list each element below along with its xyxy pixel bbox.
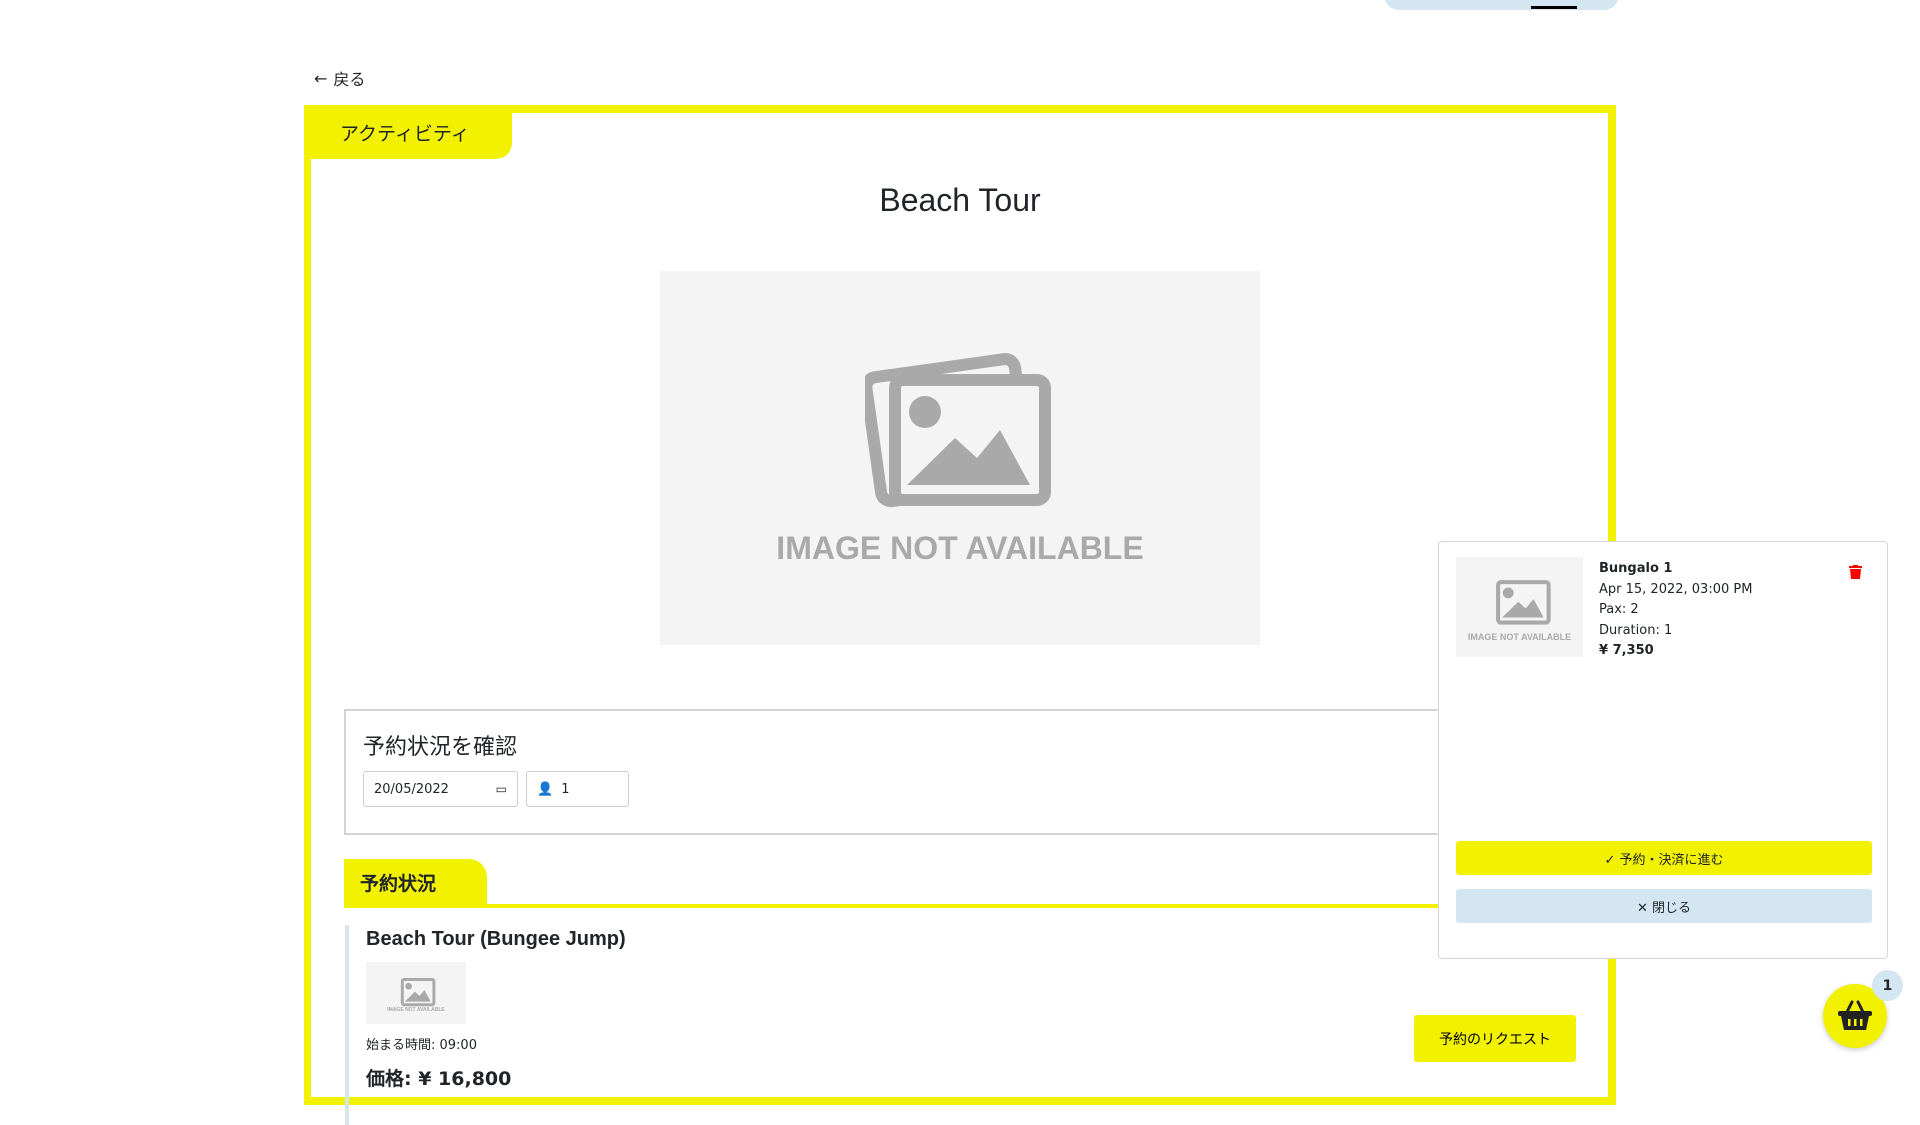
image-placeholder-text: IMAGE NOT AVAILABLE [776,529,1144,566]
page-title: Beach Tour [879,182,1041,218]
back-label: 戻る [333,70,366,89]
calendar-icon[interactable]: ▭ [496,782,507,796]
image-placeholder-text: IMAGE NOT AVAILABLE [387,1007,445,1013]
cart-popup: IMAGE NOT AVAILABLE Bungalo 1 Apr 15, 20… [1438,541,1888,959]
activity-image: IMAGE NOT AVAILABLE [660,271,1260,645]
item-image: IMAGE NOT AVAILABLE [366,962,466,1024]
proceed-checkout-button[interactable]: ✓ 予約・決済に進む [1456,841,1872,875]
activity-tab: アクティビティ [304,105,512,159]
cart-item-image: IMAGE NOT AVAILABLE [1456,557,1583,657]
cart-item-duration: Duration: 1 [1599,622,1673,638]
cart-item-price: ¥ 7,350 [1599,643,1654,658]
cart-item-datetime: Apr 15, 2022, 03:00 PM [1599,581,1753,597]
back-link[interactable]: ← 戻る [314,66,365,90]
image-placeholder-icon [865,352,1051,507]
cart-count-badge: 1 [1872,970,1903,1001]
availability-panel: 予約状況を確認 20/05/2022 ▭ 👤 1 [344,709,1594,835]
cart-item-name: Bungalo 1 [1599,561,1673,576]
image-placeholder-icon [400,978,436,1007]
image-placeholder-icon [1495,580,1551,625]
basket-icon [1838,1000,1872,1030]
top-menu-button[interactable] [1384,0,1619,10]
cart-item-pax: Pax: 2 [1599,602,1639,617]
arrow-left-icon: ← [314,68,328,88]
start-time: 始まる時間: 09:00 [366,1038,477,1053]
item-price: 価格: ¥ 16,800 [366,1068,512,1090]
person-icon: 👤 [537,781,554,797]
availability-heading: 予約状況を確認 [363,735,518,760]
status-tab: 予約状況 [344,859,487,906]
status-divider [344,904,1594,908]
pax-value: 1 [561,781,570,797]
item-accent-bar [345,925,349,1125]
item-title: Beach Tour (Bungee Jump) [366,928,626,950]
image-placeholder-text: IMAGE NOT AVAILABLE [1467,632,1572,642]
close-cart-button[interactable]: ✕ 閉じる [1456,889,1872,923]
trash-icon[interactable] [1849,565,1862,579]
date-input[interactable]: 20/05/2022 ▭ [363,771,518,807]
request-booking-button[interactable]: 予約のリクエスト [1414,1015,1576,1062]
date-value: 20/05/2022 [374,781,449,797]
cart-item-info: Bungalo 1 Apr 15, 2022, 03:00 PM Pax: 2 … [1599,559,1752,662]
pax-input[interactable]: 👤 1 [526,771,629,807]
